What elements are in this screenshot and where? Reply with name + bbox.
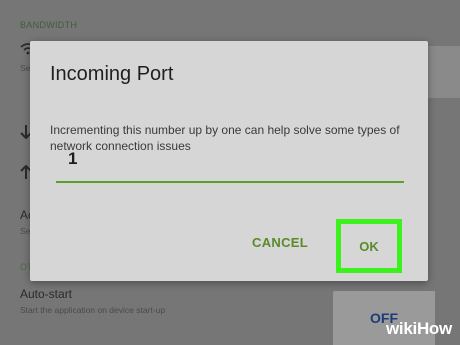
autostart-subtitle: Start the application on device start-up xyxy=(20,305,166,315)
ok-button[interactable]: OK xyxy=(359,239,379,254)
wikihow-watermark: wikiHow xyxy=(386,319,452,339)
autostart-label: Auto-start xyxy=(20,287,73,301)
input-underline xyxy=(56,181,404,183)
incoming-port-dialog: Incoming Port Incrementing this number u… xyxy=(30,41,428,281)
section-header-bandwidth: BANDWIDTH xyxy=(20,20,78,30)
watermark-brand-suffix: How xyxy=(416,319,452,338)
row-a-subtitle: Se xyxy=(20,226,31,236)
ok-button-highlight[interactable]: OK xyxy=(336,219,402,273)
wifi-row-subtitle: Se xyxy=(20,63,31,73)
watermark-brand: wiki xyxy=(386,319,417,338)
dialog-message: Incrementing this number up by one can h… xyxy=(50,123,400,153)
cancel-button[interactable]: CANCEL xyxy=(252,235,308,250)
dialog-title: Incoming Port xyxy=(50,63,174,85)
port-input[interactable]: 1 xyxy=(68,149,77,169)
